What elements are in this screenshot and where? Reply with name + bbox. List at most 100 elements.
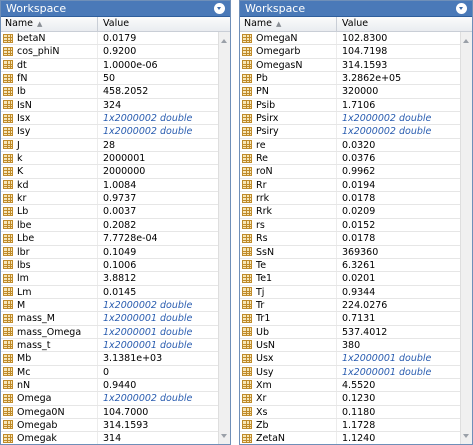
variable-row[interactable]: Usy 1x2000001 double [240, 366, 460, 379]
variable-row[interactable]: K 2000000 [1, 165, 218, 179]
variable-row[interactable]: roN 0.9962 [240, 165, 460, 179]
variable-row[interactable]: mass_Omega 1x2000001 double [1, 326, 218, 339]
panel-actions-icon[interactable] [214, 3, 225, 14]
name-column-header[interactable]: Name ▲ [244, 18, 281, 30]
variable-name: Omega [17, 393, 52, 405]
variable-row[interactable]: M 1x2000002 double [1, 299, 218, 313]
variable-row[interactable]: Omegak 314 [1, 432, 218, 444]
variable-row[interactable]: rs 0.0152 [240, 219, 460, 233]
variable-value: 1x2000002 double [103, 126, 193, 138]
variable-row[interactable]: Omega0N 104.7000 [1, 406, 218, 419]
variable-row[interactable]: Usx 1x2000001 double [240, 352, 460, 366]
variable-row[interactable]: lbs 0.1006 [1, 259, 218, 273]
variable-row[interactable]: Psirx 1x2000002 double [240, 112, 460, 126]
variable-row[interactable]: UsN 380 [240, 339, 460, 353]
variable-row[interactable]: k 2000001 [1, 152, 218, 166]
variable-row[interactable]: mass_t 1x2000001 double [1, 339, 218, 353]
variable-row[interactable]: Lbe 7.7728e-04 [1, 232, 218, 246]
variable-row[interactable]: Tr1 0.7131 [240, 312, 460, 326]
scroll-down-icon[interactable] [221, 434, 227, 438]
variable-row[interactable]: betaN 0.0179 [1, 32, 218, 46]
column-divider[interactable] [336, 17, 337, 31]
variable-row[interactable]: J 28 [1, 139, 218, 153]
variable-name: mass_Omega [17, 326, 82, 338]
variable-row[interactable]: Pb 3.2862e+05 [240, 72, 460, 86]
variable-row[interactable]: Re 0.0376 [240, 152, 460, 166]
variable-row[interactable]: PN 320000 [240, 85, 460, 99]
variable-row[interactable]: mass_M 1x2000001 double [1, 312, 218, 326]
variable-row[interactable]: Mc 0 [1, 366, 218, 379]
variable-row[interactable]: Rs 0.0178 [240, 232, 460, 246]
array-variable-icon [242, 113, 252, 123]
variable-name: IsN [17, 99, 32, 111]
variable-row[interactable]: Rr 0.0194 [240, 179, 460, 193]
variable-row[interactable]: re 0.0320 [240, 139, 460, 153]
variable-name: Omegarb [256, 46, 301, 58]
scroll-up-icon[interactable] [463, 39, 469, 43]
scroll-up-icon[interactable] [221, 39, 227, 43]
variable-row[interactable]: Rrk 0.0209 [240, 205, 460, 219]
variable-value: 0.0152 [342, 219, 376, 231]
variable-row[interactable]: Psiry 1x2000002 double [240, 125, 460, 139]
variable-row[interactable]: rrk 0.0178 [240, 192, 460, 206]
variable-row[interactable]: Isy 1x2000002 double [1, 125, 218, 139]
workspace-panel-right: Workspace Name ▲ Value OmegaN 102.8300 Omeg… [239, 0, 473, 445]
variable-row[interactable]: Zb 1.1728 [240, 419, 460, 433]
variable-row[interactable]: Tr 224.0276 [240, 299, 460, 313]
variable-row[interactable]: Xr 0.1230 [240, 392, 460, 406]
variable-row[interactable]: IsN 324 [1, 99, 218, 113]
variable-name: Psiry [256, 126, 279, 138]
variable-value: 0.9344 [342, 286, 376, 298]
value-column-header[interactable]: Value [342, 18, 368, 30]
variable-row[interactable]: lbr 0.1049 [1, 246, 218, 259]
variable-row[interactable]: lm 3.8812 [1, 272, 218, 286]
variable-row[interactable]: Ib 458.2052 [1, 85, 218, 99]
vertical-scrollbar[interactable] [218, 32, 230, 444]
scroll-down-icon[interactable] [463, 434, 469, 438]
array-variable-icon [242, 340, 252, 350]
variable-row[interactable]: Omegab 314.1593 [1, 419, 218, 433]
variable-row[interactable]: SsN 369360 [240, 246, 460, 259]
variable-row[interactable]: OmegasN 314.1593 [240, 59, 460, 73]
variable-row[interactable]: kr 0.9737 [1, 192, 218, 206]
variable-value: 1.7106 [342, 99, 376, 111]
workspace-titlebar: Workspace [1, 1, 230, 17]
variable-value: 320000 [342, 86, 379, 98]
name-column-header[interactable]: Name ▲ [5, 18, 42, 30]
array-variable-icon [3, 353, 13, 363]
variable-row[interactable]: Tj 0.9344 [240, 286, 460, 299]
variable-row[interactable]: Isx 1x2000002 double [1, 112, 218, 126]
array-variable-icon [3, 193, 13, 203]
workspace-titlebar: Workspace [240, 1, 472, 17]
variable-row[interactable]: kd 1.0084 [1, 179, 218, 193]
array-variable-icon [3, 233, 13, 243]
workspace-panel-left: Workspace Name ▲ Value betaN 0.0179 cos_phi… [0, 0, 231, 445]
variable-row[interactable]: cos_phiN 0.9200 [1, 45, 218, 59]
panel-actions-icon[interactable] [456, 3, 467, 14]
variable-row[interactable]: Mb 3.1381e+03 [1, 352, 218, 366]
variable-row[interactable]: Ub 537.4012 [240, 326, 460, 339]
variable-row[interactable]: Te1 0.0201 [240, 272, 460, 286]
array-variable-icon [3, 46, 13, 56]
variable-row[interactable]: Lm 0.0145 [1, 286, 218, 299]
variable-value: 102.8300 [342, 33, 388, 44]
variable-row[interactable]: OmegaN 102.8300 [240, 32, 460, 46]
variable-row[interactable]: Omega 1x2000002 double [1, 392, 218, 406]
variable-row[interactable]: lbe 0.2082 [1, 219, 218, 233]
variable-row[interactable]: Xs 0.1180 [240, 406, 460, 419]
value-column-header[interactable]: Value [103, 18, 129, 30]
vertical-scrollbar[interactable] [460, 32, 472, 444]
variable-row[interactable]: Omegarb 104.7198 [240, 45, 460, 59]
variable-value: 314.1593 [103, 419, 149, 431]
variable-row[interactable]: fN 50 [1, 72, 218, 86]
column-divider[interactable] [97, 17, 98, 31]
variable-name: lbe [17, 219, 32, 231]
variable-row[interactable]: dt 1.0000e-06 [1, 59, 218, 73]
variable-row[interactable]: Te 6.3261 [240, 259, 460, 273]
variable-row[interactable]: Xm 4.5520 [240, 379, 460, 393]
variable-row[interactable]: ZetaN 1.1240 [240, 432, 460, 444]
variable-row[interactable]: nN 0.9440 [1, 379, 218, 393]
variable-value: 1x2000001 double [103, 326, 193, 338]
variable-row[interactable]: Lb 0.0037 [1, 205, 218, 219]
variable-row[interactable]: Psib 1.7106 [240, 99, 460, 113]
